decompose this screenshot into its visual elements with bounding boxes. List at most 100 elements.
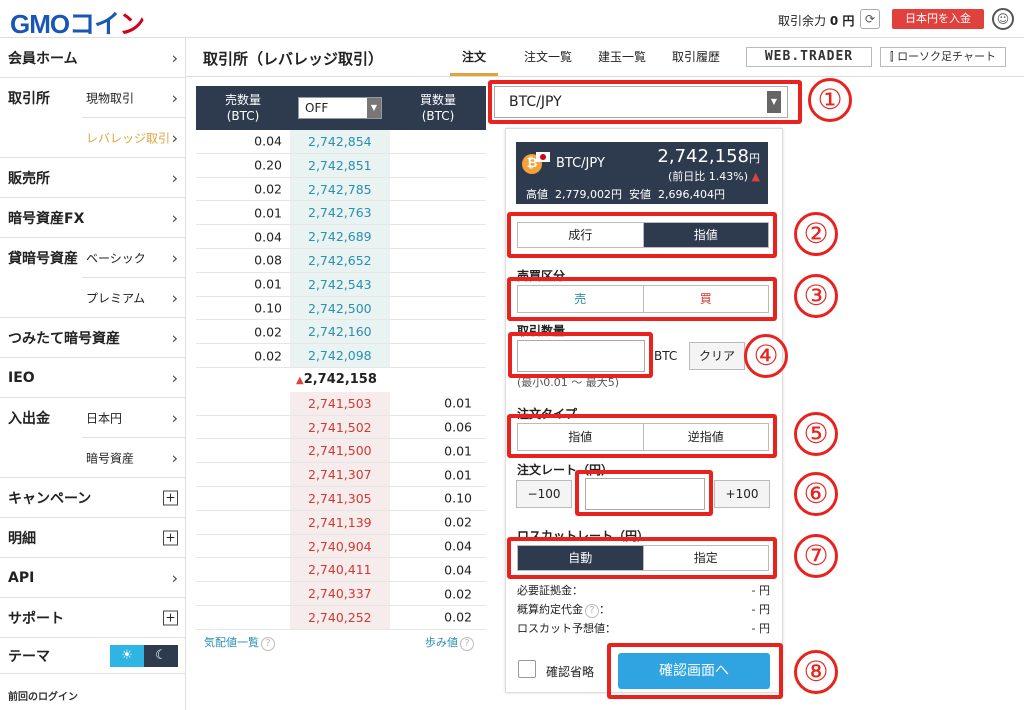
sidebar-item-support[interactable]: サポート + (0, 598, 186, 638)
ask-price[interactable]: 2,742,851 (290, 153, 390, 177)
bid-price[interactable]: 2,741,500 (290, 439, 390, 463)
bid-price[interactable]: 2,741,305 (290, 487, 390, 510)
bid-price[interactable]: 2,740,252 (290, 606, 390, 629)
ask-row[interactable]: 0.01 2,742,763 (196, 201, 486, 226)
candle-chart-button[interactable]: ⫿ ローソク足チャート (880, 47, 1006, 67)
sidebar-item-ieo[interactable]: IEO › (0, 358, 186, 398)
tab-trade-history[interactable]: 取引履歴 (666, 38, 726, 76)
bid-price[interactable]: 2,741,502 (290, 415, 390, 439)
chevron-right-icon: › (171, 168, 178, 187)
sidebar-item-basic[interactable]: ベーシック › (82, 238, 186, 278)
ask-price[interactable]: 2,742,543 (290, 272, 390, 296)
bid-price[interactable]: 2,741,139 (290, 510, 390, 534)
help-icon[interactable]: ? (261, 637, 275, 651)
clear-button[interactable]: クリア (689, 342, 745, 370)
ask-row[interactable]: 0.04 2,742,689 (196, 225, 486, 249)
annotation-box-7 (507, 537, 777, 579)
rate-plus-button[interactable]: +100 (714, 480, 770, 508)
sidebar-item-sales[interactable]: 販売所 › (0, 158, 186, 198)
ask-qty: 0.10 (254, 300, 282, 316)
bid-row[interactable]: 2,741,502 0.06 (196, 415, 486, 440)
bid-row[interactable]: 2,741,305 0.10 (196, 487, 486, 511)
sun-icon[interactable]: ☀ (110, 645, 144, 667)
dropdown-arrow-icon: ▼ (367, 98, 381, 118)
ask-price[interactable]: 2,742,763 (290, 201, 390, 225)
ask-qty: 0.20 (254, 157, 282, 173)
ask-price[interactable]: 2,742,160 (290, 320, 390, 344)
sidebar-item-api[interactable]: API › (0, 558, 186, 598)
ask-row[interactable]: 0.02 2,742,160 (196, 320, 486, 345)
skip-confirm-checkbox[interactable] (518, 660, 536, 678)
ask-price[interactable]: 2,742,785 (290, 177, 390, 201)
ask-row[interactable]: 0.04 2,742,854 (196, 130, 486, 154)
sidebar-item-leverage-trade[interactable]: レバレッジ取引 › (82, 118, 186, 158)
bid-qty: 0.10 (444, 490, 472, 506)
bid-row[interactable]: 2,740,411 0.04 (196, 558, 486, 583)
help-icon[interactable]: ? (460, 637, 474, 651)
webtrader-button[interactable]: WEB.TRADER (746, 47, 872, 67)
refresh-icon[interactable]: ⟳ (860, 9, 880, 29)
annotation-number-3: ③ (794, 274, 838, 318)
gmo-coin-logo[interactable]: GMOコイン (10, 4, 145, 41)
theme-toggle[interactable]: ☀ ☾ (110, 645, 178, 667)
up-arrow-icon: ▲ (751, 170, 760, 183)
ask-price[interactable]: 2,742,652 (290, 249, 390, 272)
ask-row[interactable]: 0.08 2,742,652 (196, 249, 486, 273)
bid-price[interactable]: 2,741,307 (290, 463, 390, 486)
ask-price[interactable]: 2,742,098 (290, 344, 390, 367)
ask-row[interactable]: 0.02 2,742,785 (196, 177, 486, 202)
sidebar: 会員ホーム › 取引所 現物取引 › レバレッジ取引 › 販売所 › 暗号資産FX › 貸… (0, 38, 186, 710)
chevron-right-icon: › (171, 448, 178, 468)
moon-icon[interactable]: ☾ (144, 645, 178, 667)
ask-price[interactable]: 2,742,854 (290, 130, 390, 153)
rate-minus-button[interactable]: −100 (516, 480, 572, 508)
sidebar-item-spot-trade[interactable]: 現物取引 › (82, 78, 186, 118)
ask-price[interactable]: 2,742,689 (290, 225, 390, 248)
bid-row[interactable]: 2,740,252 0.02 (196, 606, 486, 630)
bid-row[interactable]: 2,741,307 0.01 (196, 463, 486, 487)
expand-plus-icon: + (163, 490, 178, 505)
ask-row[interactable]: 0.20 2,742,851 (196, 153, 486, 178)
ask-row[interactable]: 0.01 2,742,543 (196, 272, 486, 297)
bid-row[interactable]: 2,741,500 0.01 (196, 439, 486, 464)
bid-price[interactable]: 2,740,411 (290, 558, 390, 582)
ticker-box: ₿ BTC/JPY 2,742,158円 (前日比 1.43%) ▲ 高値 2,… (516, 142, 768, 204)
bid-row[interactable]: 2,740,337 0.02 (196, 582, 486, 606)
sidebar-item-campaign[interactable]: キャンペーン + (0, 478, 186, 518)
sidebar-item-jpy[interactable]: 日本円 › (82, 398, 186, 438)
bid-qty: 0.02 (444, 609, 472, 625)
bid-qty: 0.01 (444, 467, 472, 483)
order-book-grouping-select[interactable]: OFF ▼ (298, 97, 382, 119)
sidebar-item-member-home[interactable]: 会員ホーム › (0, 38, 186, 78)
tick-history-link[interactable]: 歩み値? (425, 634, 474, 651)
ask-qty: 0.02 (254, 181, 282, 197)
bid-row[interactable]: 2,741,139 0.02 (196, 510, 486, 535)
tab-order[interactable]: 注文 (450, 38, 498, 76)
chevron-right-icon: › (171, 568, 178, 587)
ask-row[interactable]: 0.10 2,742,500 (196, 296, 486, 321)
user-account-icon[interactable]: ☺ (992, 8, 1014, 30)
sidebar-item-theme: テーマ ☀ ☾ (0, 638, 186, 674)
chevron-right-icon: › (171, 88, 178, 107)
tab-positions[interactable]: 建玉一覧 (592, 38, 652, 76)
ask-price[interactable]: 2,742,500 (290, 296, 390, 320)
annotation-number-4: ④ (744, 334, 788, 378)
sidebar-item-tsumitate[interactable]: つみたて暗号資産 › (0, 318, 186, 358)
sidebar-item-statement[interactable]: 明細 + (0, 518, 186, 558)
deposit-jpy-button[interactable]: 日本円を入金 (892, 9, 984, 29)
divider (186, 76, 1024, 77)
bid-row[interactable]: 2,741,503 0.01 (196, 391, 486, 416)
tab-order-list[interactable]: 注文一覧 (518, 38, 578, 76)
bid-price[interactable]: 2,740,337 (290, 582, 390, 605)
bid-row[interactable]: 2,740,904 0.04 (196, 534, 486, 559)
ask-row[interactable]: 0.02 2,742,098 (196, 344, 486, 368)
contract-value: - 円 (751, 603, 770, 616)
bid-price[interactable]: 2,740,904 (290, 534, 390, 558)
bid-price[interactable]: 2,741,503 (290, 391, 390, 415)
help-icon[interactable]: ? (585, 604, 599, 618)
sidebar-item-crypto[interactable]: 暗号資産 › (82, 438, 186, 478)
sidebar-item-crypto-fx[interactable]: 暗号資産FX › (0, 198, 186, 238)
margin-label: 必要証拠金： (517, 584, 583, 597)
sidebar-item-premium[interactable]: プレミアム › (82, 278, 186, 318)
board-list-link[interactable]: 気配値一覧? (204, 634, 275, 651)
